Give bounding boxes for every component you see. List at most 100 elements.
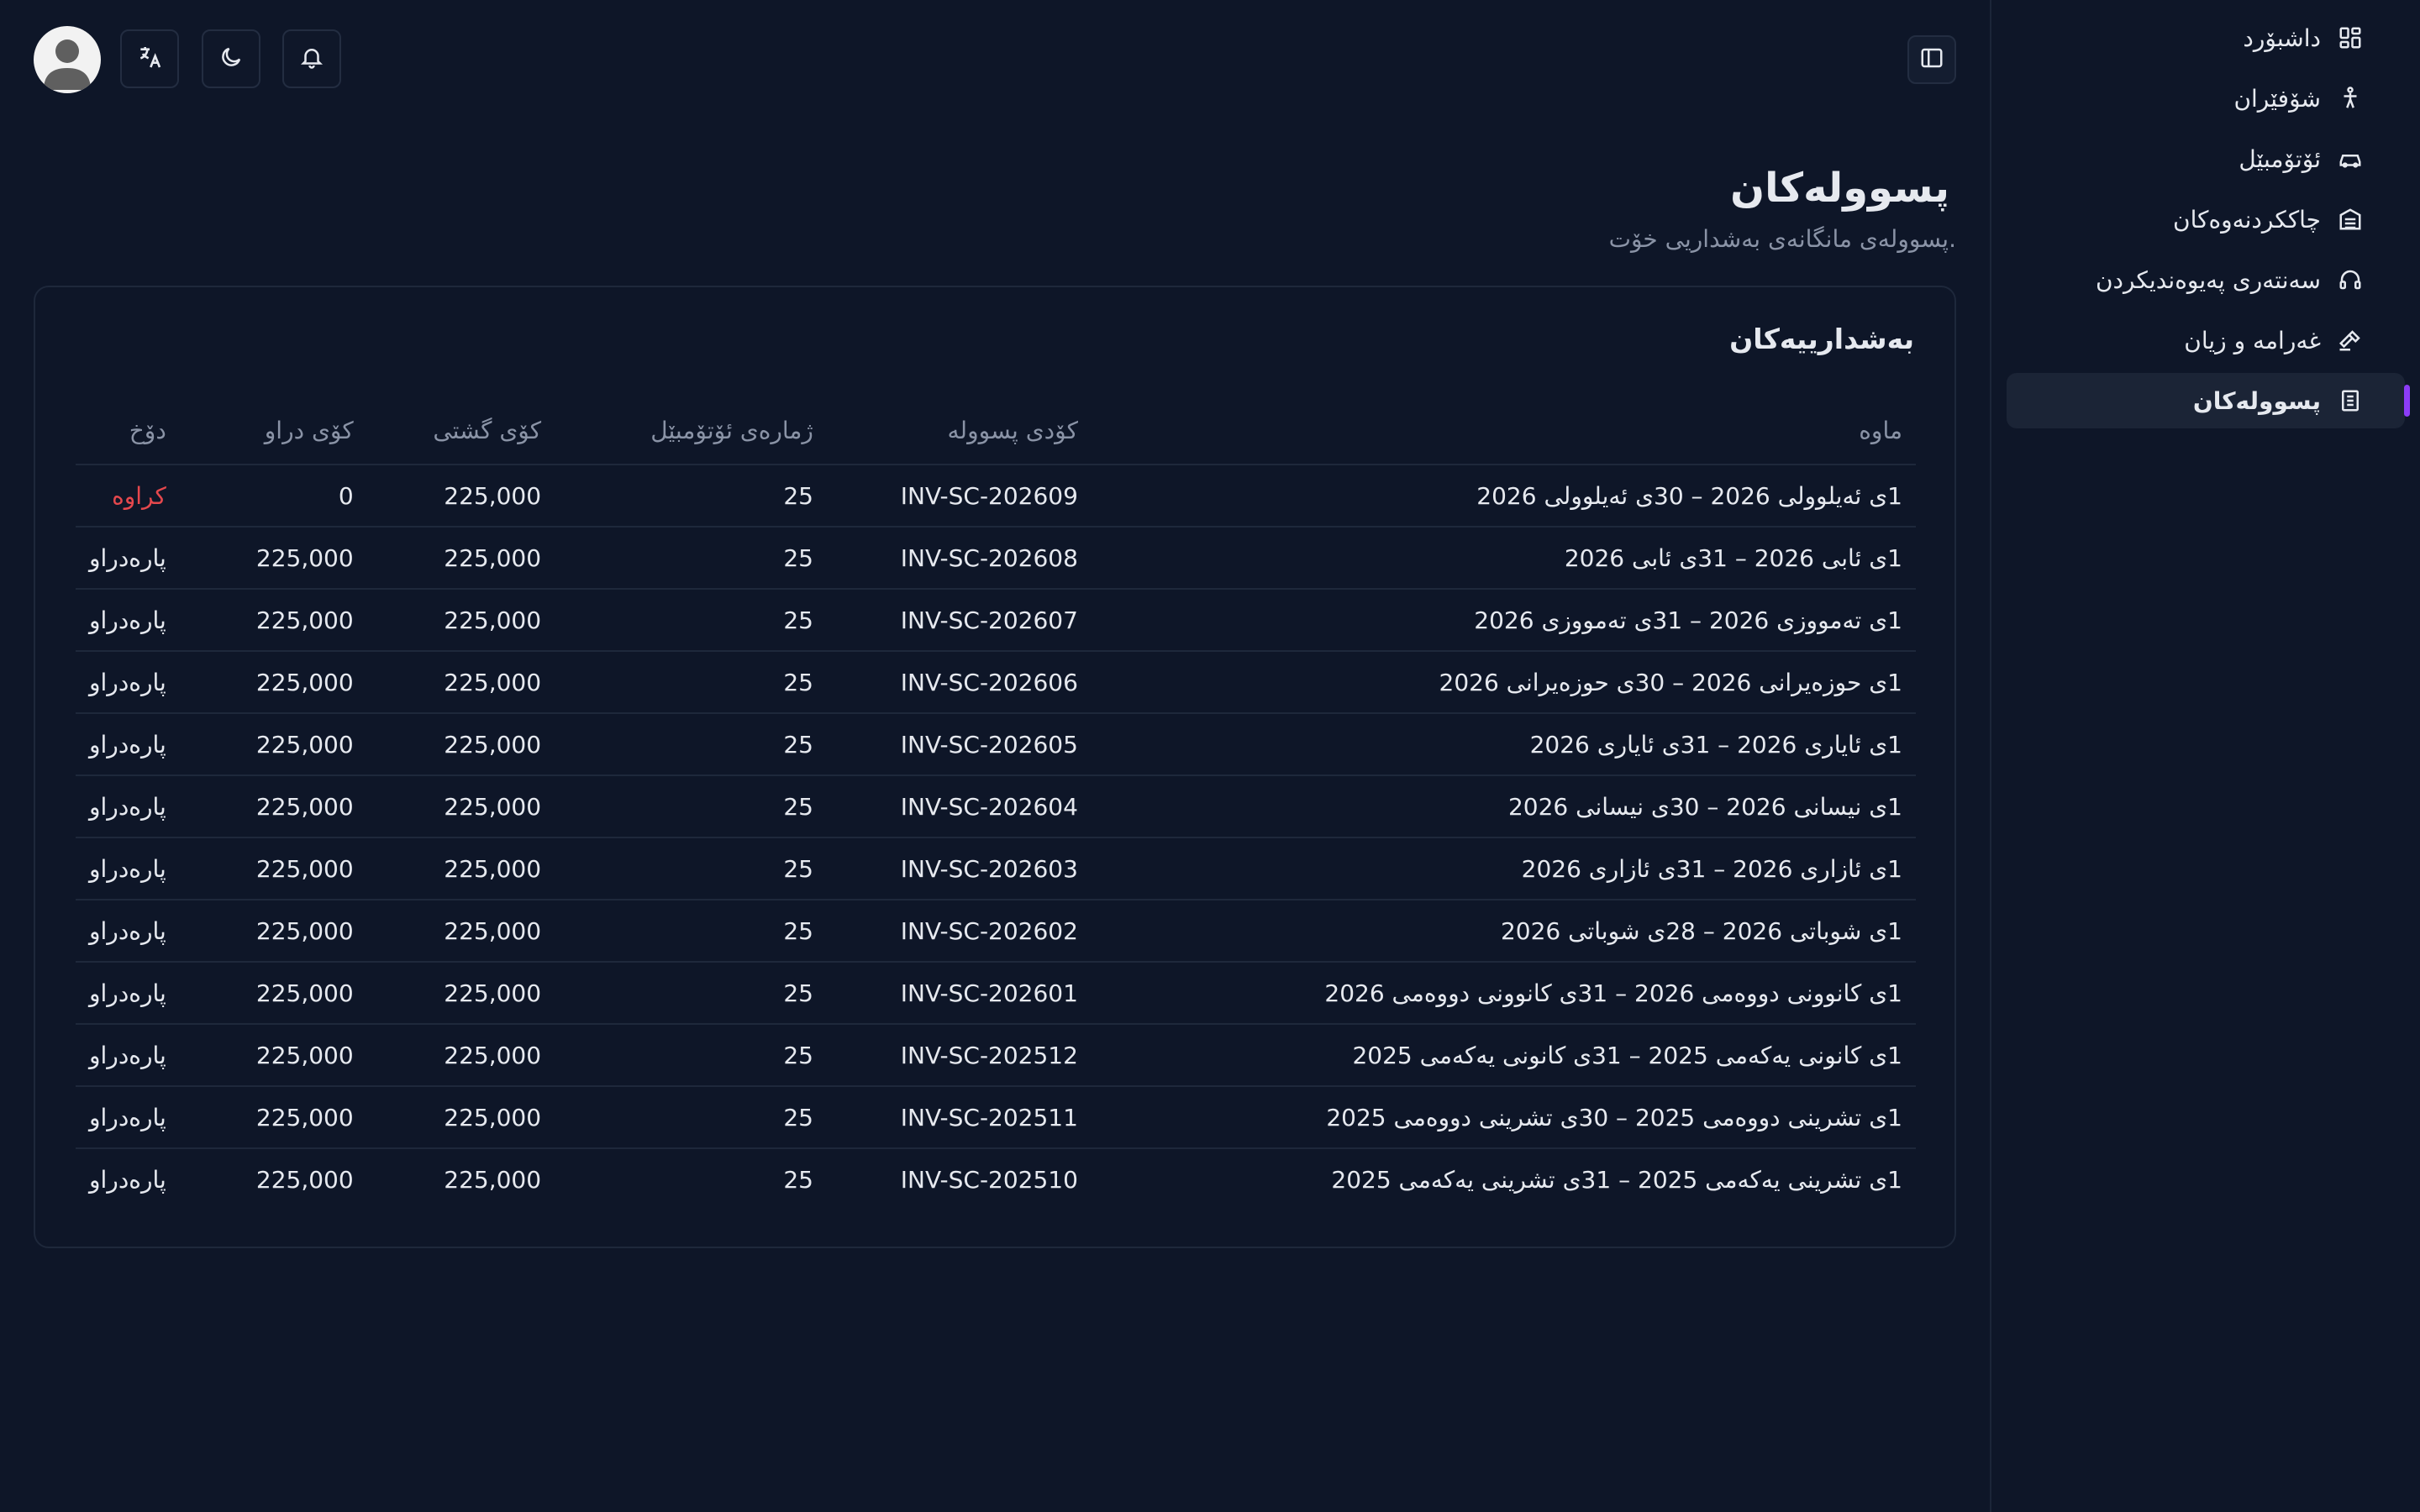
cell-period: 1ی تشرینی دووەمی 2025 – 30ی تشرینی دووەم…: [1091, 1086, 1916, 1149]
cell-paid: 0: [179, 465, 367, 528]
cell-cars: 25: [555, 775, 827, 838]
cell-paid: 225,000: [179, 713, 367, 776]
sidebar-item-label: چاککردنەوەکان: [2173, 205, 2321, 234]
page-title: پسوولەکان: [1730, 165, 1949, 212]
theme-toggle-button[interactable]: [202, 29, 260, 88]
maintenance-icon: [2336, 205, 2365, 234]
cell-period: 1ی ئابی 2026 – 31ی ئابی 2026: [1091, 527, 1916, 590]
cell-cars: 25: [555, 527, 827, 590]
cell-total: 225,000: [366, 1024, 555, 1087]
cell-code: INV-SC-202601: [826, 962, 1092, 1025]
sidebar-item-drivers[interactable]: شۆفێران: [2007, 71, 2405, 126]
cell-total: 225,000: [366, 465, 555, 528]
cell-code: INV-SC-202604: [826, 775, 1092, 838]
status-badge: پارەدراو: [76, 900, 180, 963]
cell-cars: 25: [555, 651, 827, 714]
headset-icon: [2336, 265, 2365, 294]
page-subtitle: پسوولەی مانگانەی بەشداریی خۆت.: [1608, 225, 1956, 253]
sidebar-item-label: شۆفێران: [2233, 84, 2321, 113]
sidebar-item-dashboard[interactable]: داشبۆرد: [2007, 10, 2405, 66]
cell-code: INV-SC-202607: [826, 589, 1092, 652]
sidebar-item-contact-center[interactable]: سەنتەری پەیوەندیکردن: [2007, 252, 2405, 307]
cell-paid: 225,000: [179, 1086, 367, 1149]
cell-paid: 225,000: [179, 1024, 367, 1087]
sidebar-item-label: سەنتەری پەیوەندیکردن: [2095, 265, 2321, 294]
cell-cars: 25: [555, 837, 827, 900]
sidebar-item-label: پسوولەکان: [2192, 386, 2321, 415]
cell-code: INV-SC-202609: [826, 465, 1092, 528]
cell-paid: 225,000: [179, 775, 367, 838]
cell-code: INV-SC-202603: [826, 837, 1092, 900]
sidebar-toggle-icon: [1919, 45, 1944, 74]
invoice-icon: [2336, 386, 2365, 415]
column-header-code: کۆدی پسوولە: [826, 396, 1092, 465]
column-header-paid: کۆی دراو: [179, 396, 367, 465]
status-badge: پارەدراو: [76, 1086, 180, 1149]
table-row[interactable]: 1ی ئایاری 2026 – 31ی ئایاری 2026 INV-SC-…: [76, 713, 1916, 776]
cell-paid: 225,000: [179, 962, 367, 1025]
table-row[interactable]: 1ی کانوونی دووەمی 2026 – 31ی کانوونی دوو…: [76, 962, 1916, 1025]
sidebar-item-fines[interactable]: غەرامە و زیان: [2007, 312, 2405, 368]
cell-code: INV-SC-202512: [826, 1024, 1092, 1087]
cell-code: INV-SC-202602: [826, 900, 1092, 963]
notifications-button[interactable]: [282, 29, 341, 88]
status-badge: پارەدراو: [76, 651, 180, 714]
cell-total: 225,000: [444, 1165, 542, 1194]
cell-cars: 25: [555, 589, 827, 652]
sidebar-item-label: غەرامە و زیان: [2184, 326, 2321, 354]
table-row[interactable]: 1ی ئازاری 2026 – 31ی ئازاری 2026 INV-SC-…: [76, 837, 1916, 900]
table-row[interactable]: 1ی تەمووزی 2026 – 31ی تەمووزی 2026 INV-S…: [76, 589, 1916, 652]
cell-code: INV-SC-202511: [826, 1086, 1092, 1149]
table-row[interactable]: 1ی ئابی 2026 – 31ی ئابی 2026 INV-SC-2026…: [76, 527, 1916, 590]
dashboard-icon: [2336, 24, 2365, 52]
cell-total: 225,000: [366, 962, 555, 1025]
sidebar-item-label: ئۆتۆمبێل: [2238, 144, 2321, 173]
table-row[interactable]: 1ی نیسانی 2026 – 30ی نیسانی 2026 INV-SC-…: [76, 775, 1916, 838]
moon-icon: [218, 45, 244, 73]
cell-paid: 225,000: [179, 900, 367, 963]
cell-paid: 225,000: [179, 589, 367, 652]
column-header-status: دۆخ: [76, 396, 180, 465]
status-badge: پارەدراو: [76, 589, 180, 652]
cell-cars: 25: [555, 962, 827, 1025]
cell-total: 225,000: [366, 651, 555, 714]
cell-period: 1ی کانوونی دووەمی 2026 – 31ی کانوونی دوو…: [1091, 962, 1916, 1025]
cell-cars: 25: [555, 465, 827, 528]
cell-total: 225,000: [366, 775, 555, 838]
table-row[interactable]: 1ی ئەیلوولی 2026 – 30ی ئەیلوولی 2026 INV…: [76, 465, 1916, 528]
status-badge: پارەدراو: [76, 1024, 180, 1087]
cell-code: INV-SC-202605: [826, 713, 1092, 776]
sidebar-item-cars[interactable]: ئۆتۆمبێل: [2007, 131, 2405, 186]
column-header-period: ماوە: [1091, 396, 1916, 465]
cell-period: 1ی کانونی یەکەمی 2025 – 31ی کانونی یەکەم…: [1091, 1024, 1916, 1087]
table-row[interactable]: 1ی شوباتی 2026 – 28ی شوباتی 2026 INV-SC-…: [76, 900, 1916, 963]
card-title: بەشدارییەکان: [1729, 323, 1914, 355]
translate-icon: [136, 44, 163, 74]
cell-period: 1ی ئەیلوولی 2026 – 30ی ئەیلوولی 2026: [1091, 465, 1916, 528]
sidebar-toggle-button[interactable]: [1907, 35, 1956, 84]
cell-paid: 225,000: [179, 527, 367, 590]
cell-period: 1ی ئایاری 2026 – 31ی ئایاری 2026: [1091, 713, 1916, 776]
cell-cars: 25: [555, 713, 827, 776]
sidebar-item-maintenance[interactable]: چاککردنەوەکان: [2007, 192, 2405, 247]
table-row[interactable]: 1ی حوزەیرانی 2026 – 30ی حوزەیرانی 2026 I…: [76, 651, 1916, 714]
sidebar-item-invoices[interactable]: پسوولەکان: [2007, 373, 2410, 428]
status-badge: پارەدراو: [76, 713, 180, 776]
sidebar: داشبۆرد شۆفێران ئۆتۆمبێل چاککردنەوەکان س…: [1990, 0, 2420, 1512]
translate-button[interactable]: [120, 29, 179, 88]
table-row[interactable]: 1ی تشرینی یەکەمی 2025 – 31ی تشرینی یەکەم…: [76, 1148, 1916, 1210]
cell-period: 1ی شوباتی 2026 – 28ی شوباتی 2026: [1091, 900, 1916, 963]
table-row[interactable]: 1ی کانونی یەکەمی 2025 – 31ی کانونی یەکەم…: [76, 1024, 1916, 1087]
table-row[interactable]: 1ی تشرینی دووەمی 2025 – 30ی تشرینی دووەم…: [76, 1086, 1916, 1149]
invoices-table: ماوە کۆدی پسوولە ژمارەی ئۆتۆمبێل کۆی گشت…: [76, 396, 1916, 1210]
cell-total: 225,000: [366, 527, 555, 590]
cell-code: INV-SC-202510: [900, 1165, 1078, 1194]
status-badge: پارەدراو: [89, 1165, 166, 1194]
status-badge: پارەدراو: [76, 837, 180, 900]
cell-period: 1ی تەمووزی 2026 – 31ی تەمووزی 2026: [1091, 589, 1916, 652]
subscriptions-card: بەشدارییەکان ماوە کۆدی پسوولە ژمارەی ئۆت…: [34, 286, 1956, 1248]
cell-cars: 25: [555, 1024, 827, 1087]
cell-period: 1ی نیسانی 2026 – 30ی نیسانی 2026: [1091, 775, 1916, 838]
avatar[interactable]: [34, 26, 101, 93]
cell-cars: 25: [555, 1086, 827, 1149]
